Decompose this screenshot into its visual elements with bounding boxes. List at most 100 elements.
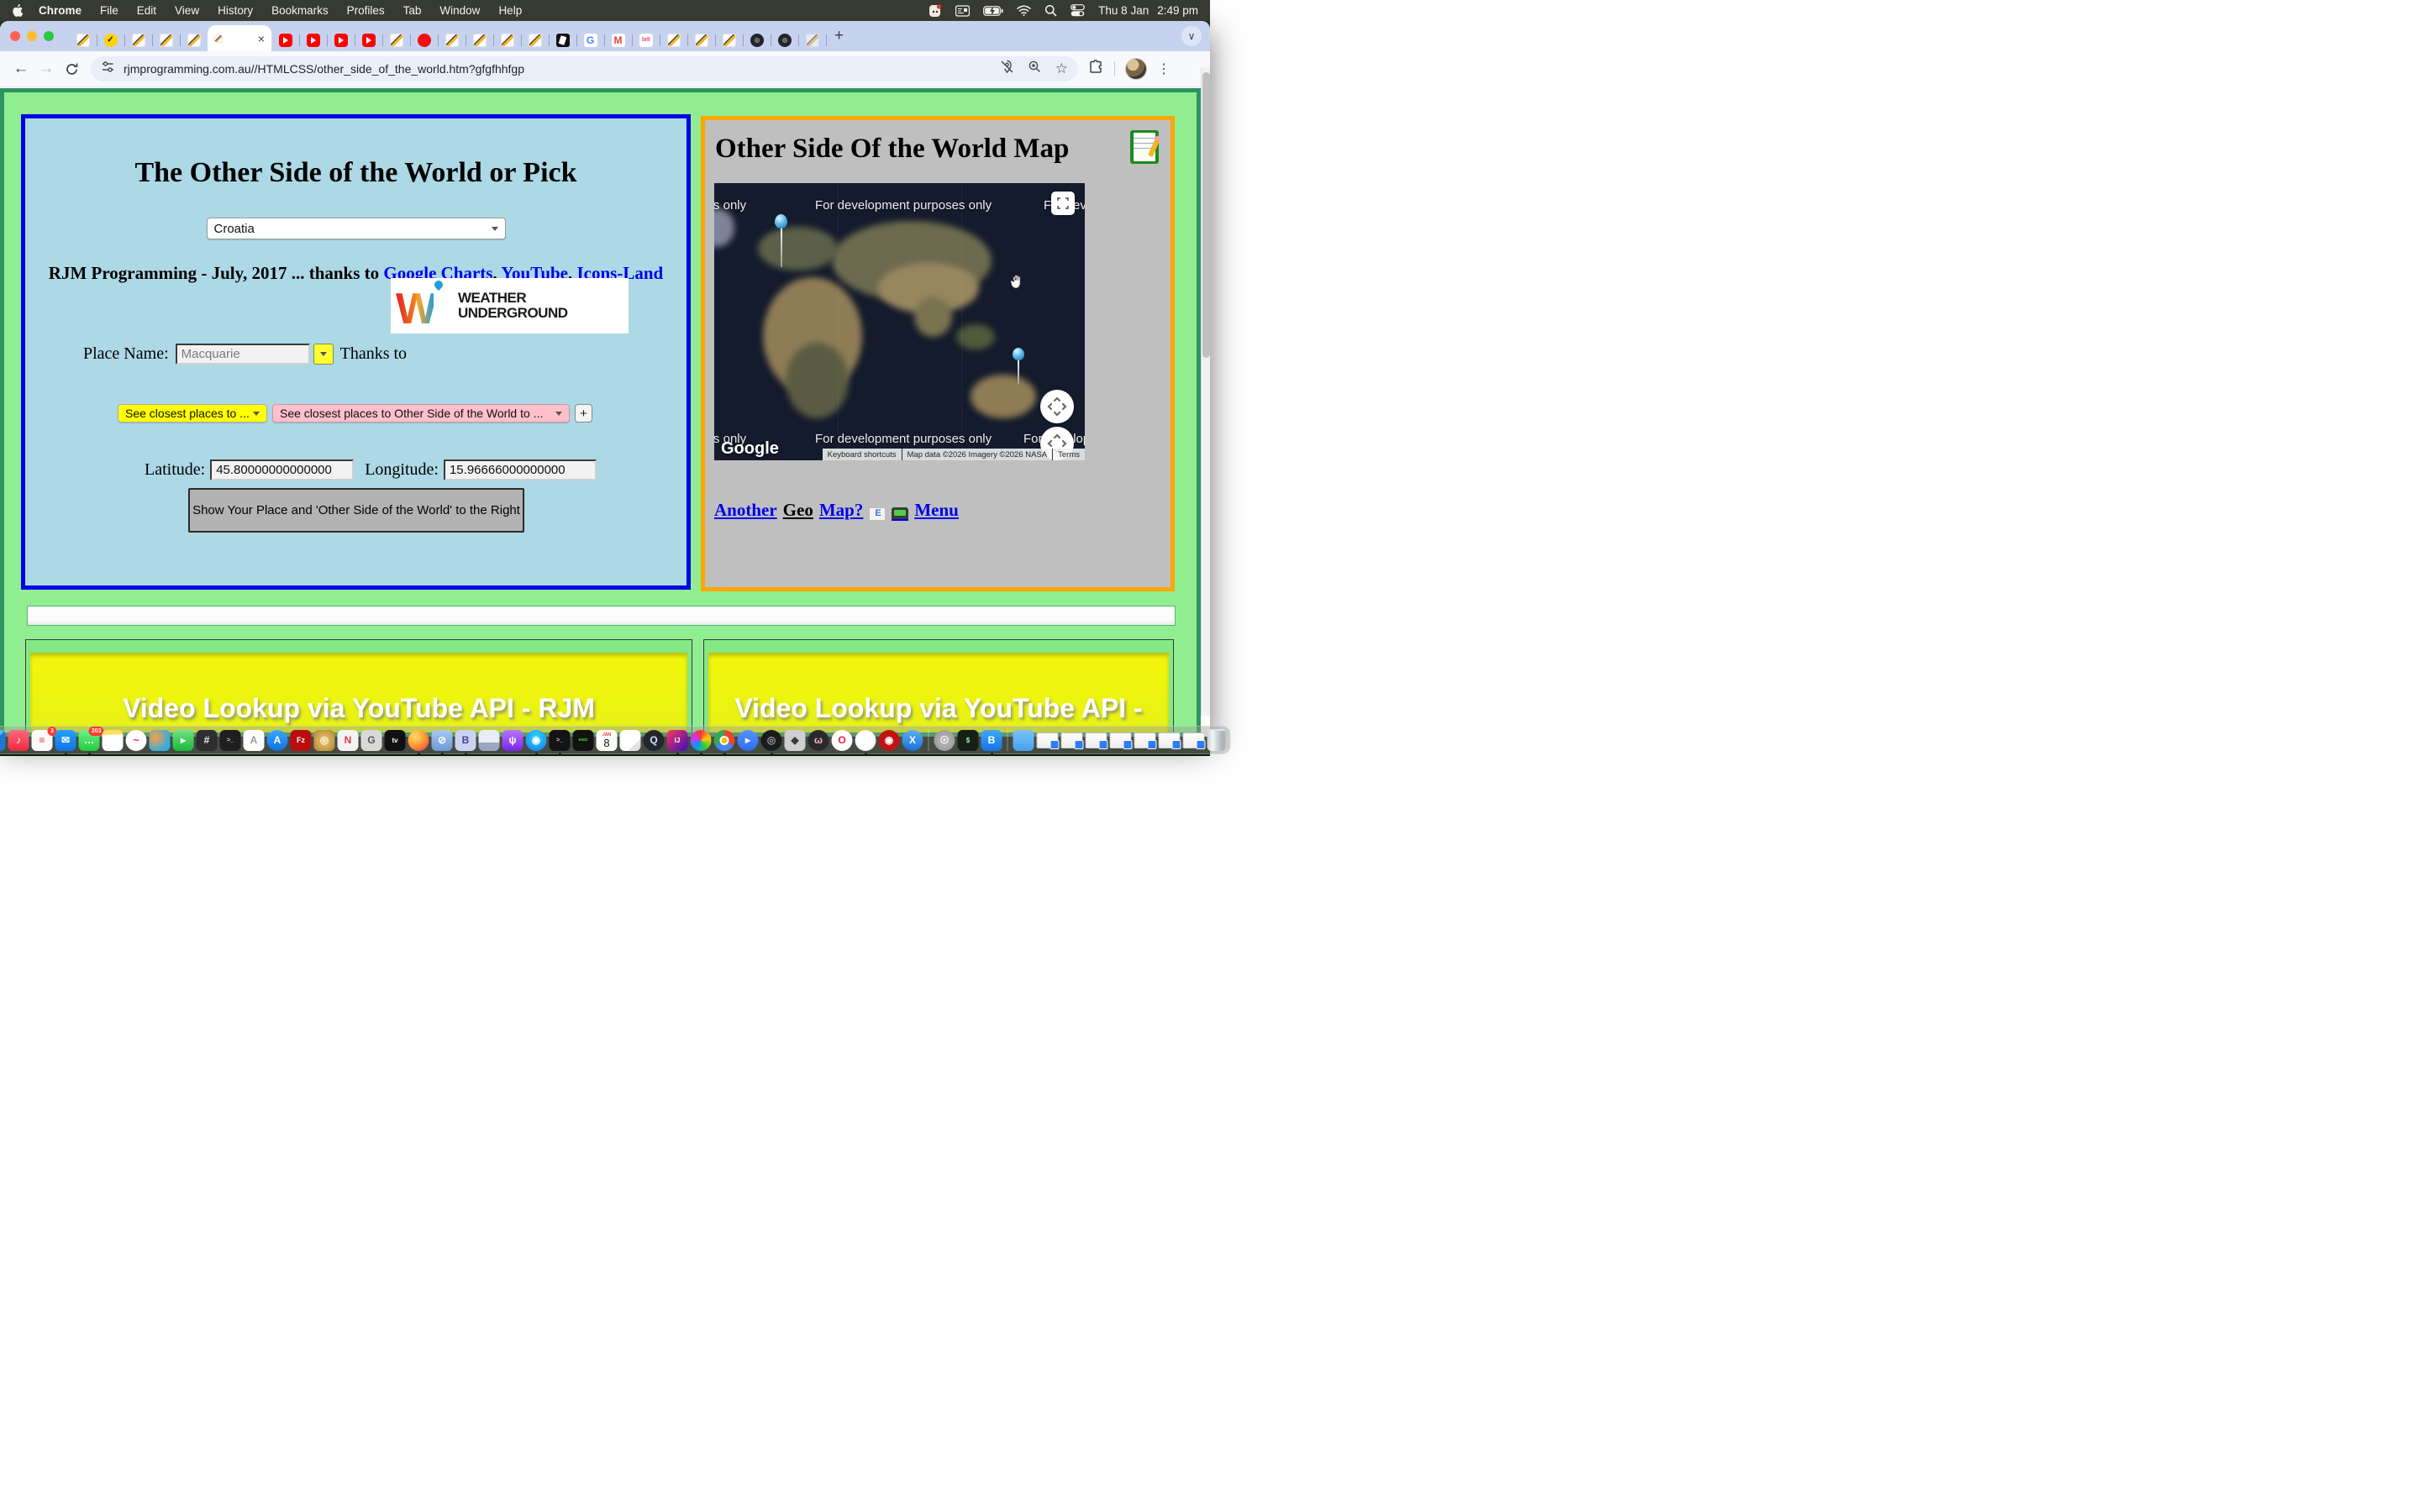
dock-item-calendar[interactable]: JAN8 xyxy=(597,730,618,751)
address-bar[interactable]: rjmprogramming.com.au//HTMLCSS/other_sid… xyxy=(91,56,1078,81)
app-badge-icon[interactable] xyxy=(929,4,942,18)
zoom-in-icon[interactable] xyxy=(1028,60,1042,78)
tab-search-chevron-icon[interactable]: ∨ xyxy=(1181,26,1202,46)
dock-item-fitness[interactable]: ~ xyxy=(126,730,147,751)
dock-item-gold-app[interactable]: ◎ xyxy=(314,730,335,751)
dock-item-minimized-window[interactable] xyxy=(1134,732,1156,748)
tab[interactable] xyxy=(152,29,180,51)
menu-item-window[interactable]: Window xyxy=(439,4,480,17)
notepad-icon[interactable] xyxy=(1130,130,1159,164)
dock-item-bluetooth[interactable]: B xyxy=(981,730,1002,751)
dock-item-pages-doc[interactable] xyxy=(620,730,641,751)
dock-item-downloads-folder[interactable] xyxy=(1013,730,1034,751)
menu-item-history[interactable]: History xyxy=(218,4,253,17)
dock-item-terminal-2[interactable]: >_ xyxy=(550,730,571,751)
location-off-icon[interactable] xyxy=(1000,60,1014,78)
tab[interactable] xyxy=(355,29,382,51)
close-tab-icon[interactable]: × xyxy=(258,33,265,45)
tab[interactable] xyxy=(493,29,521,51)
dock-item-minimized-window[interactable] xyxy=(1086,732,1107,748)
menu-item-help[interactable]: Help xyxy=(498,4,522,17)
map-pin-place[interactable] xyxy=(775,214,787,267)
menu-clock[interactable]: Thu 8 Jan 2:49 pm xyxy=(1098,4,1198,17)
closest-places-select[interactable]: See closest places to ... xyxy=(118,404,267,423)
dock-item-xcode[interactable]: X xyxy=(902,730,923,751)
minimize-window-button[interactable] xyxy=(27,31,37,41)
another-link[interactable]: Another xyxy=(714,500,777,521)
extensions-icon[interactable] xyxy=(1088,59,1104,79)
tab[interactable] xyxy=(327,29,355,51)
dock-item-intellij[interactable]: IJ xyxy=(667,730,688,751)
dock-item-notes[interactable] xyxy=(103,730,124,751)
email-icon[interactable] xyxy=(869,507,886,521)
dock-item-podcasts[interactable]: ψ xyxy=(502,730,523,751)
menu-item-file[interactable]: File xyxy=(100,4,118,17)
fullscreen-button[interactable] xyxy=(1051,192,1075,215)
menu-link[interactable]: Menu xyxy=(914,500,959,521)
dock-item-photo-tool[interactable] xyxy=(479,730,500,751)
dock-item-firefox[interactable] xyxy=(408,730,429,751)
tab[interactable] xyxy=(69,29,97,51)
keyboard-shortcuts-link[interactable]: Keyboard shortcuts xyxy=(823,450,902,459)
dock-item-mail[interactable]: ✉ xyxy=(55,730,76,751)
tab[interactable] xyxy=(382,29,410,51)
map-link[interactable]: Map? xyxy=(819,500,864,521)
tab[interactable] xyxy=(715,29,743,51)
tab[interactable] xyxy=(743,29,771,51)
scrollbar-thumb[interactable] xyxy=(1202,72,1210,358)
tab[interactable] xyxy=(549,29,576,51)
dock-item-doc-stack[interactable] xyxy=(1037,732,1059,748)
back-button[interactable]: ← xyxy=(8,56,34,81)
forward-button[interactable]: → xyxy=(34,56,59,81)
dock-item-red-gauge[interactable]: ◉ xyxy=(879,730,900,751)
tab[interactable] xyxy=(124,29,152,51)
dock-item-exec-terminal[interactable]: exec xyxy=(573,730,594,751)
geo-link[interactable]: Geo xyxy=(783,500,813,521)
dock-item-trash[interactable] xyxy=(1207,729,1226,751)
dock-item-finder[interactable] xyxy=(0,730,6,751)
place-name-input[interactable] xyxy=(176,344,310,365)
dock-item-launchpad[interactable] xyxy=(150,730,171,751)
wifi-icon[interactable] xyxy=(1017,4,1031,18)
dock-item-filezilla[interactable]: Fz xyxy=(291,730,312,751)
dock-item-dark-rings[interactable]: ◎ xyxy=(761,730,782,751)
dock-item-terminal[interactable]: >_ xyxy=(220,730,241,751)
dock-item-messages[interactable]: …203 xyxy=(79,730,100,751)
dock-item-minimized-window[interactable] xyxy=(1110,732,1132,748)
profile-avatar[interactable] xyxy=(1125,58,1147,80)
control-center-icon[interactable] xyxy=(1071,4,1085,18)
site-settings-icon[interactable] xyxy=(101,60,115,78)
dock-item-gimp[interactable]: G xyxy=(361,730,382,751)
tab[interactable] xyxy=(771,29,798,51)
dock-item-minimized-window[interactable] xyxy=(1061,732,1083,748)
tab[interactable] xyxy=(687,29,715,51)
close-window-button[interactable] xyxy=(10,31,20,41)
active-tab[interactable]: × xyxy=(208,25,271,51)
tab[interactable] xyxy=(798,29,826,51)
tab[interactable] xyxy=(660,29,687,51)
dock-item-textedit[interactable]: A xyxy=(244,730,265,751)
tab[interactable]: M xyxy=(604,29,632,51)
zoom-window-button[interactable] xyxy=(44,31,54,41)
longitude-input[interactable] xyxy=(444,459,597,480)
tab[interactable] xyxy=(521,29,549,51)
bookmark-star-icon[interactable]: ☆ xyxy=(1055,60,1068,77)
dock-item-bbedit[interactable]: B xyxy=(455,730,476,751)
device-menu-icon[interactable] xyxy=(892,507,908,521)
tab[interactable] xyxy=(299,29,327,51)
dock-item-reminders[interactable]: ≡3 xyxy=(32,730,53,751)
tab[interactable]: G xyxy=(576,29,604,51)
tab[interactable] xyxy=(438,29,466,51)
pan-control-upper[interactable] xyxy=(1040,390,1074,423)
map-pin-otherside[interactable] xyxy=(1013,348,1024,384)
latitude-input[interactable] xyxy=(210,459,354,480)
tab[interactable] xyxy=(410,29,438,51)
add-button[interactable]: + xyxy=(575,404,592,423)
dock-item-inkscape[interactable]: ◆ xyxy=(785,730,806,751)
dock-item-music[interactable]: ♪ xyxy=(8,730,29,751)
terms-link[interactable]: Terms xyxy=(1053,450,1085,459)
tab[interactable] xyxy=(466,29,493,51)
menu-item-edit[interactable]: Edit xyxy=(137,4,156,17)
dock-item-color-palette[interactable] xyxy=(691,730,712,751)
dock-item-accessibility[interactable]: ☉ xyxy=(934,730,955,751)
